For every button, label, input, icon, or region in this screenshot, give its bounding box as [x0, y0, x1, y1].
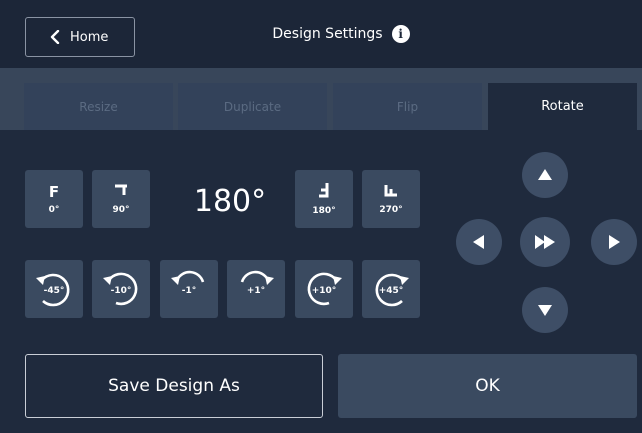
rotate-plus-1-button[interactable]: +1° — [227, 260, 285, 318]
rotate-minus-1-label: -1° — [181, 286, 197, 296]
rotate-90-label: 90° — [112, 205, 130, 215]
save-design-as-button[interactable]: Save Design As — [25, 354, 323, 418]
move-up-button[interactable] — [522, 152, 568, 198]
rotate-minus-1-button[interactable]: -1° — [160, 260, 218, 318]
ok-button[interactable]: OK — [338, 354, 637, 418]
rotate-plus-1-label: +1° — [246, 286, 266, 296]
page-title: Design Settings — [272, 26, 383, 42]
info-icon[interactable]: i — [391, 25, 410, 43]
arrow-left-icon — [473, 235, 484, 249]
rotate-0-label: 0° — [48, 205, 60, 215]
move-down-button[interactable] — [522, 287, 568, 333]
chevron-left-icon — [50, 30, 60, 44]
rotate-plus-10-label: +10° — [311, 286, 337, 296]
rotate-minus-45-button[interactable]: -45° — [25, 260, 83, 318]
rotate-minus-10-button[interactable]: -10° — [92, 260, 150, 318]
fast-forward-icon — [535, 235, 555, 249]
arrow-right-icon — [609, 235, 620, 249]
move-right-button[interactable] — [591, 219, 637, 265]
top-bar: Home Design Settings i — [0, 0, 642, 68]
tab-duplicate[interactable]: Duplicate — [178, 83, 327, 130]
move-left-button[interactable] — [456, 219, 502, 265]
rotate-180-button[interactable]: 180° — [295, 170, 353, 228]
tab-bar: Resize Duplicate Flip Rotate — [0, 68, 642, 130]
tab-resize[interactable]: Resize — [24, 83, 173, 130]
home-button[interactable]: Home — [25, 17, 135, 57]
orientation-0-icon: F — [48, 183, 60, 201]
rotate-270-button[interactable]: 270° — [362, 170, 420, 228]
rotate-270-label: 270° — [379, 205, 403, 215]
tab-rotate[interactable]: Rotate — [488, 83, 637, 130]
home-button-label: Home — [70, 29, 109, 45]
tab-flip[interactable]: Flip — [333, 83, 482, 130]
rotate-plus-45-button[interactable]: +45° — [362, 260, 420, 318]
rotate-180-label: 180° — [312, 206, 336, 216]
fast-forward-button[interactable] — [520, 217, 570, 267]
orientation-90-icon — [114, 183, 128, 201]
rotate-0-button[interactable]: F 0° — [25, 170, 83, 228]
orientation-180-icon — [317, 182, 331, 202]
rotate-plus-45-label: +45° — [378, 286, 404, 296]
rotate-plus-10-button[interactable]: +10° — [295, 260, 353, 318]
rotate-minus-10-label: -10° — [110, 286, 132, 296]
rotate-90-button[interactable]: 90° — [92, 170, 150, 228]
rotate-minus-45-label: -45° — [43, 286, 65, 296]
current-angle: 180° — [193, 183, 267, 219]
arrow-down-icon — [538, 305, 552, 316]
arrow-up-icon — [538, 169, 552, 180]
orientation-270-icon — [384, 183, 398, 201]
